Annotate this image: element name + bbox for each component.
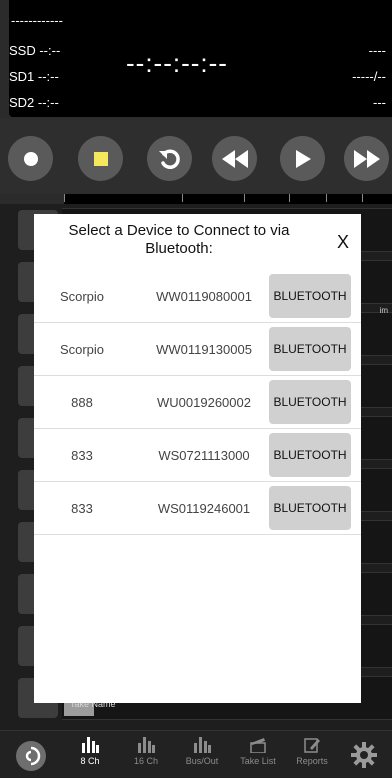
device-serial: WW0119130005 <box>156 342 252 357</box>
bars-icon <box>194 737 211 753</box>
ssd-status: SSD --:-- <box>9 43 61 58</box>
undo-icon <box>158 148 180 169</box>
tab-8ch[interactable]: 8 Ch <box>62 737 118 775</box>
rewind-button[interactable] <box>212 136 257 181</box>
timecode-display: --:--:--:-- <box>126 48 228 78</box>
bluetooth-connect-button[interactable]: BLUETOOTH <box>269 380 351 424</box>
fast-forward-button[interactable] <box>344 136 389 181</box>
tab-label: Take List <box>240 756 276 766</box>
stop-icon <box>93 151 108 166</box>
transport-bar <box>0 118 392 194</box>
fast-forward-icon <box>353 149 380 168</box>
device-name: Scorpio <box>59 342 105 357</box>
sd2-status: SD2 --:-- <box>9 95 59 110</box>
tab-bus-out[interactable]: Bus/Out <box>174 737 230 775</box>
play-button[interactable] <box>280 136 325 181</box>
device-serial: WS0119246001 <box>157 501 251 516</box>
device-name: 888 <box>71 395 93 410</box>
bluetooth-device-dialog: Select a Device to Connect to via Blueto… <box>34 214 361 703</box>
status-right-top: ---- <box>368 43 386 58</box>
dialog-title: Select a Device to Connect to via Blueto… <box>68 222 290 257</box>
tab-16ch[interactable]: 16 Ch <box>118 737 174 775</box>
close-button[interactable]: X <box>337 232 349 253</box>
record-icon <box>23 151 38 166</box>
device-name: 833 <box>71 501 93 516</box>
status-right-bottom: --- <box>373 95 386 110</box>
device-row: 833 WS0721113000 BLUETOOTH <box>34 429 361 482</box>
tab-label: Bus/Out <box>185 756 219 766</box>
status-top-line: ------------ <box>11 13 63 28</box>
tab-label: Reports <box>296 756 328 766</box>
undo-button[interactable] <box>147 136 192 181</box>
bluetooth-connect-button[interactable]: BLUETOOTH <box>269 327 351 371</box>
device-name: 833 <box>71 448 93 463</box>
device-name: Scorpio <box>59 289 105 304</box>
bluetooth-connect-button[interactable]: BLUETOOTH <box>269 486 351 530</box>
clapper-icon <box>250 738 266 753</box>
device-serial: WS0721113000 <box>158 448 250 463</box>
record-button[interactable] <box>8 136 53 181</box>
device-row: Scorpio WW0119080001 BLUETOOTH <box>34 270 361 323</box>
sound-devices-logo-icon[interactable] <box>16 741 46 771</box>
timeline-ruler <box>64 194 392 204</box>
device-serial: WU0019260002 <box>157 395 251 410</box>
play-icon <box>295 149 311 168</box>
edit-icon <box>304 738 320 753</box>
rewind-icon <box>221 149 248 168</box>
device-serial: WW0119080001 <box>156 289 252 304</box>
tab-label: 8 Ch <box>80 756 100 766</box>
bars-icon <box>82 737 99 753</box>
sd1-status: SD1 --:-- <box>9 69 59 84</box>
device-row: 888 WU0019260002 BLUETOOTH <box>34 376 361 429</box>
status-panel: ------------ SSD --:-- SD1 --:-- SD2 --:… <box>9 0 392 117</box>
tab-take-list[interactable]: Take List <box>230 737 286 775</box>
bottom-tab-bar: 8 Ch 16 Ch Bus/Out Take List Reports <box>0 730 392 778</box>
bluetooth-connect-button[interactable]: BLUETOOTH <box>269 274 351 318</box>
stop-button[interactable] <box>78 136 123 181</box>
bars-icon <box>138 737 155 753</box>
tab-reports[interactable]: Reports <box>284 737 340 775</box>
status-right-mid: -----/-- <box>352 69 386 84</box>
tab-label: 16 Ch <box>133 756 159 766</box>
track-side-label: im <box>379 306 388 315</box>
bluetooth-connect-button[interactable]: BLUETOOTH <box>269 433 351 477</box>
gear-icon[interactable] <box>350 741 378 774</box>
device-row: Scorpio WW0119130005 BLUETOOTH <box>34 323 361 376</box>
device-row: 833 WS0119246001 BLUETOOTH <box>34 482 361 535</box>
